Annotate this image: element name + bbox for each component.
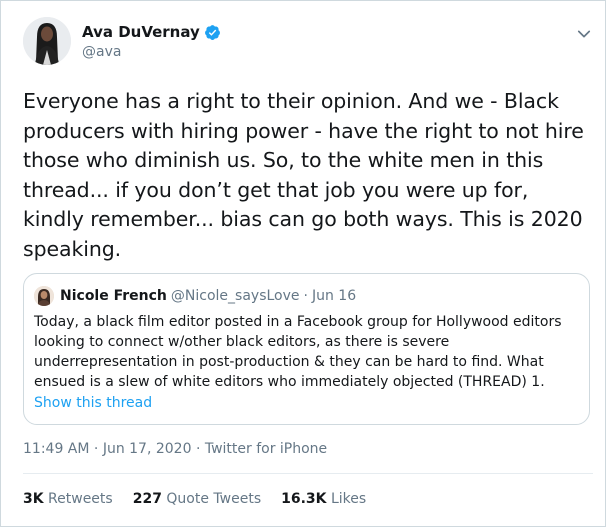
tweet-time[interactable]: 11:49 AM xyxy=(23,441,89,457)
quote-tweets-stat[interactable]: 227 Quote Tweets xyxy=(133,491,261,507)
quoted-tweet-text: Today, a black film editor posted in a F… xyxy=(34,314,562,390)
author-display-name[interactable]: Ava DuVernay xyxy=(82,23,200,41)
separator-dot: · xyxy=(93,441,99,457)
tweet-text: Everyone has a right to their opinion. A… xyxy=(23,89,584,261)
profile-photo-icon xyxy=(34,286,54,306)
retweets-count: 3K xyxy=(23,491,44,507)
tweet-header: Ava DuVernay @ava xyxy=(23,17,593,69)
tweet-date[interactable]: Jun 17, 2020 xyxy=(103,441,192,457)
separator-dot: · xyxy=(303,288,308,304)
quote-tweets-count: 227 xyxy=(132,491,162,507)
tweet-card: Ava DuVernay @ava Everyone has a right t… xyxy=(0,0,606,527)
quote-tweets-label: Quote Tweets xyxy=(166,491,262,507)
quoted-author-name: Nicole French xyxy=(60,288,167,304)
tweet-stats: 3K Retweets 227 Quote Tweets 16.3K Likes xyxy=(23,491,386,507)
quoted-tweet-date: Jun 16 xyxy=(311,288,357,304)
divider xyxy=(23,473,593,474)
quoted-tweet-header: Nicole French @Nicole_saysLove · Jun 16 xyxy=(34,286,356,306)
tweet-meta: 11:49 AM · Jun 17, 2020 · Twitter for iP… xyxy=(23,441,327,457)
chevron-down-icon[interactable] xyxy=(575,25,593,43)
tweet-source[interactable]: Twitter for iPhone xyxy=(205,441,327,457)
author-avatar[interactable] xyxy=(23,17,71,65)
likes-stat[interactable]: 16.3K Likes xyxy=(281,491,366,507)
likes-count: 16.3K xyxy=(281,491,327,507)
separator-dot: · xyxy=(195,441,201,457)
author-handle[interactable]: @ava xyxy=(82,44,121,60)
retweets-stat[interactable]: 3K Retweets xyxy=(23,491,113,507)
name-row: Ava DuVernay xyxy=(82,23,221,41)
likes-label: Likes xyxy=(330,491,367,507)
quoted-author-handle: @Nicole_saysLove xyxy=(170,288,300,304)
retweets-label: Retweets xyxy=(48,491,113,507)
show-thread-link[interactable]: Show this thread xyxy=(34,395,152,411)
quoted-author-avatar xyxy=(34,286,54,306)
quoted-tweet[interactable]: Nicole French @Nicole_saysLove · Jun 16 … xyxy=(23,273,590,425)
verified-badge-icon xyxy=(204,24,220,40)
profile-photo-icon xyxy=(23,17,71,65)
